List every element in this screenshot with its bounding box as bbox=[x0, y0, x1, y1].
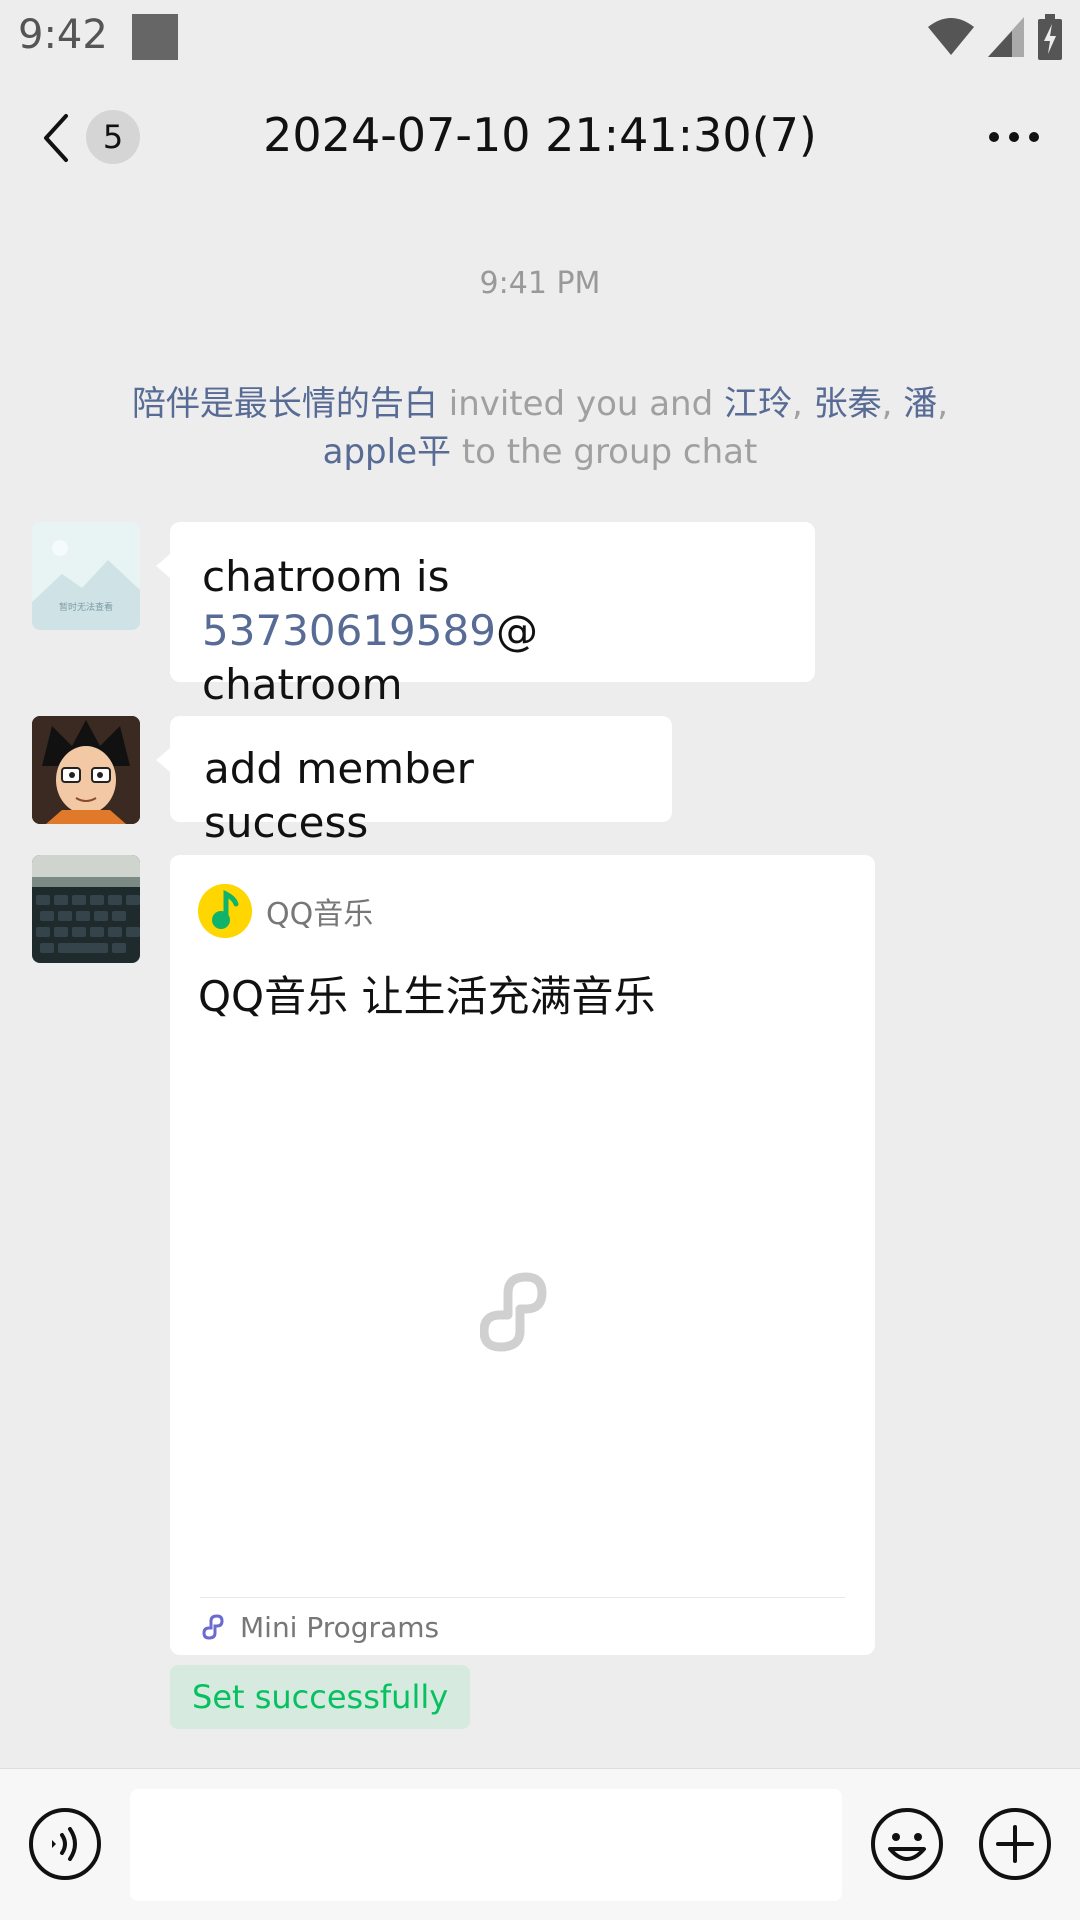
mini-program-header: QQ音乐 bbox=[198, 883, 373, 939]
cellular-signal-icon bbox=[988, 17, 1024, 57]
message-text: @ bbox=[495, 606, 538, 655]
mini-program-card[interactable]: QQ音乐 QQ音乐 让生活充满音乐 Mini Programs bbox=[170, 855, 875, 1655]
mini-program-app-name: QQ音乐 bbox=[266, 897, 374, 932]
mini-programs-icon bbox=[202, 1614, 224, 1640]
qq-music-logo-icon bbox=[198, 884, 252, 938]
image-placeholder-icon: 暂时无法查看 bbox=[32, 522, 140, 630]
mini-programs-label: Mini Programs bbox=[240, 1610, 440, 1644]
keyboard-photo-avatar bbox=[32, 855, 140, 963]
mini-program-title: QQ音乐 让生活充满音乐 bbox=[198, 972, 656, 1021]
message-text: chatroom is bbox=[202, 552, 450, 601]
mini-program-footer: Mini Programs bbox=[202, 1607, 439, 1647]
voice-input-icon[interactable] bbox=[28, 1807, 102, 1881]
emoji-icon[interactable] bbox=[870, 1807, 944, 1881]
chatroom-id-link[interactable]: 53730619589 bbox=[202, 606, 496, 655]
wifi-icon bbox=[928, 18, 974, 55]
mini-program-placeholder-icon bbox=[480, 1272, 547, 1352]
status-icons bbox=[928, 14, 1062, 60]
avatar-placeholder[interactable]: 暂时无法查看 bbox=[32, 522, 140, 630]
member-name-link[interactable]: 江玲 bbox=[724, 384, 792, 424]
group-invite-note: 陪伴是最长情的告白 invited you and 江玲, 张秦, 潘, app… bbox=[90, 380, 990, 476]
avatar[interactable] bbox=[32, 716, 140, 824]
message-bubble[interactable]: chatroom is 53730619589@ chatroom bbox=[156, 522, 815, 709]
separator: , bbox=[881, 384, 904, 424]
message-text: chatroom bbox=[202, 660, 403, 709]
avatar-placeholder-label: 暂时无法查看 bbox=[59, 601, 113, 613]
message-bubble[interactable]: add member success bbox=[156, 716, 672, 847]
inviter-name-link[interactable]: 陪伴是最长情的告白 bbox=[132, 384, 438, 424]
status-bar: 9:42 bbox=[0, 0, 1080, 76]
member-name-link[interactable]: apple平 bbox=[323, 432, 451, 472]
invite-text: invited you and bbox=[437, 384, 724, 424]
chat-title: 2024-07-10 21:41:30(7) bbox=[263, 108, 817, 162]
add-more-icon[interactable] bbox=[978, 1807, 1052, 1881]
invite-end-text: to the group chat bbox=[451, 432, 758, 472]
separator: , bbox=[792, 384, 814, 424]
message-timestamp: 9:41 PM bbox=[479, 266, 601, 301]
battery-icon bbox=[1038, 14, 1062, 60]
divider bbox=[200, 1597, 845, 1598]
member-name-link[interactable]: 潘 bbox=[903, 384, 937, 424]
message-text: add member success bbox=[204, 744, 474, 847]
notification-icon bbox=[132, 14, 178, 60]
status-time: 9:42 bbox=[18, 12, 108, 58]
more-options-icon[interactable] bbox=[984, 122, 1044, 152]
set-success-tag: Set successfully bbox=[170, 1665, 471, 1729]
cartoon-avatar-image bbox=[32, 716, 140, 824]
message-input[interactable] bbox=[130, 1789, 842, 1901]
input-bar bbox=[0, 1768, 1080, 1920]
avatar[interactable] bbox=[32, 855, 140, 963]
chat-header: 5 2024-07-10 21:41:30(7) bbox=[0, 76, 1080, 200]
member-name-link[interactable]: 张秦 bbox=[814, 384, 882, 424]
separator: , bbox=[937, 384, 949, 424]
